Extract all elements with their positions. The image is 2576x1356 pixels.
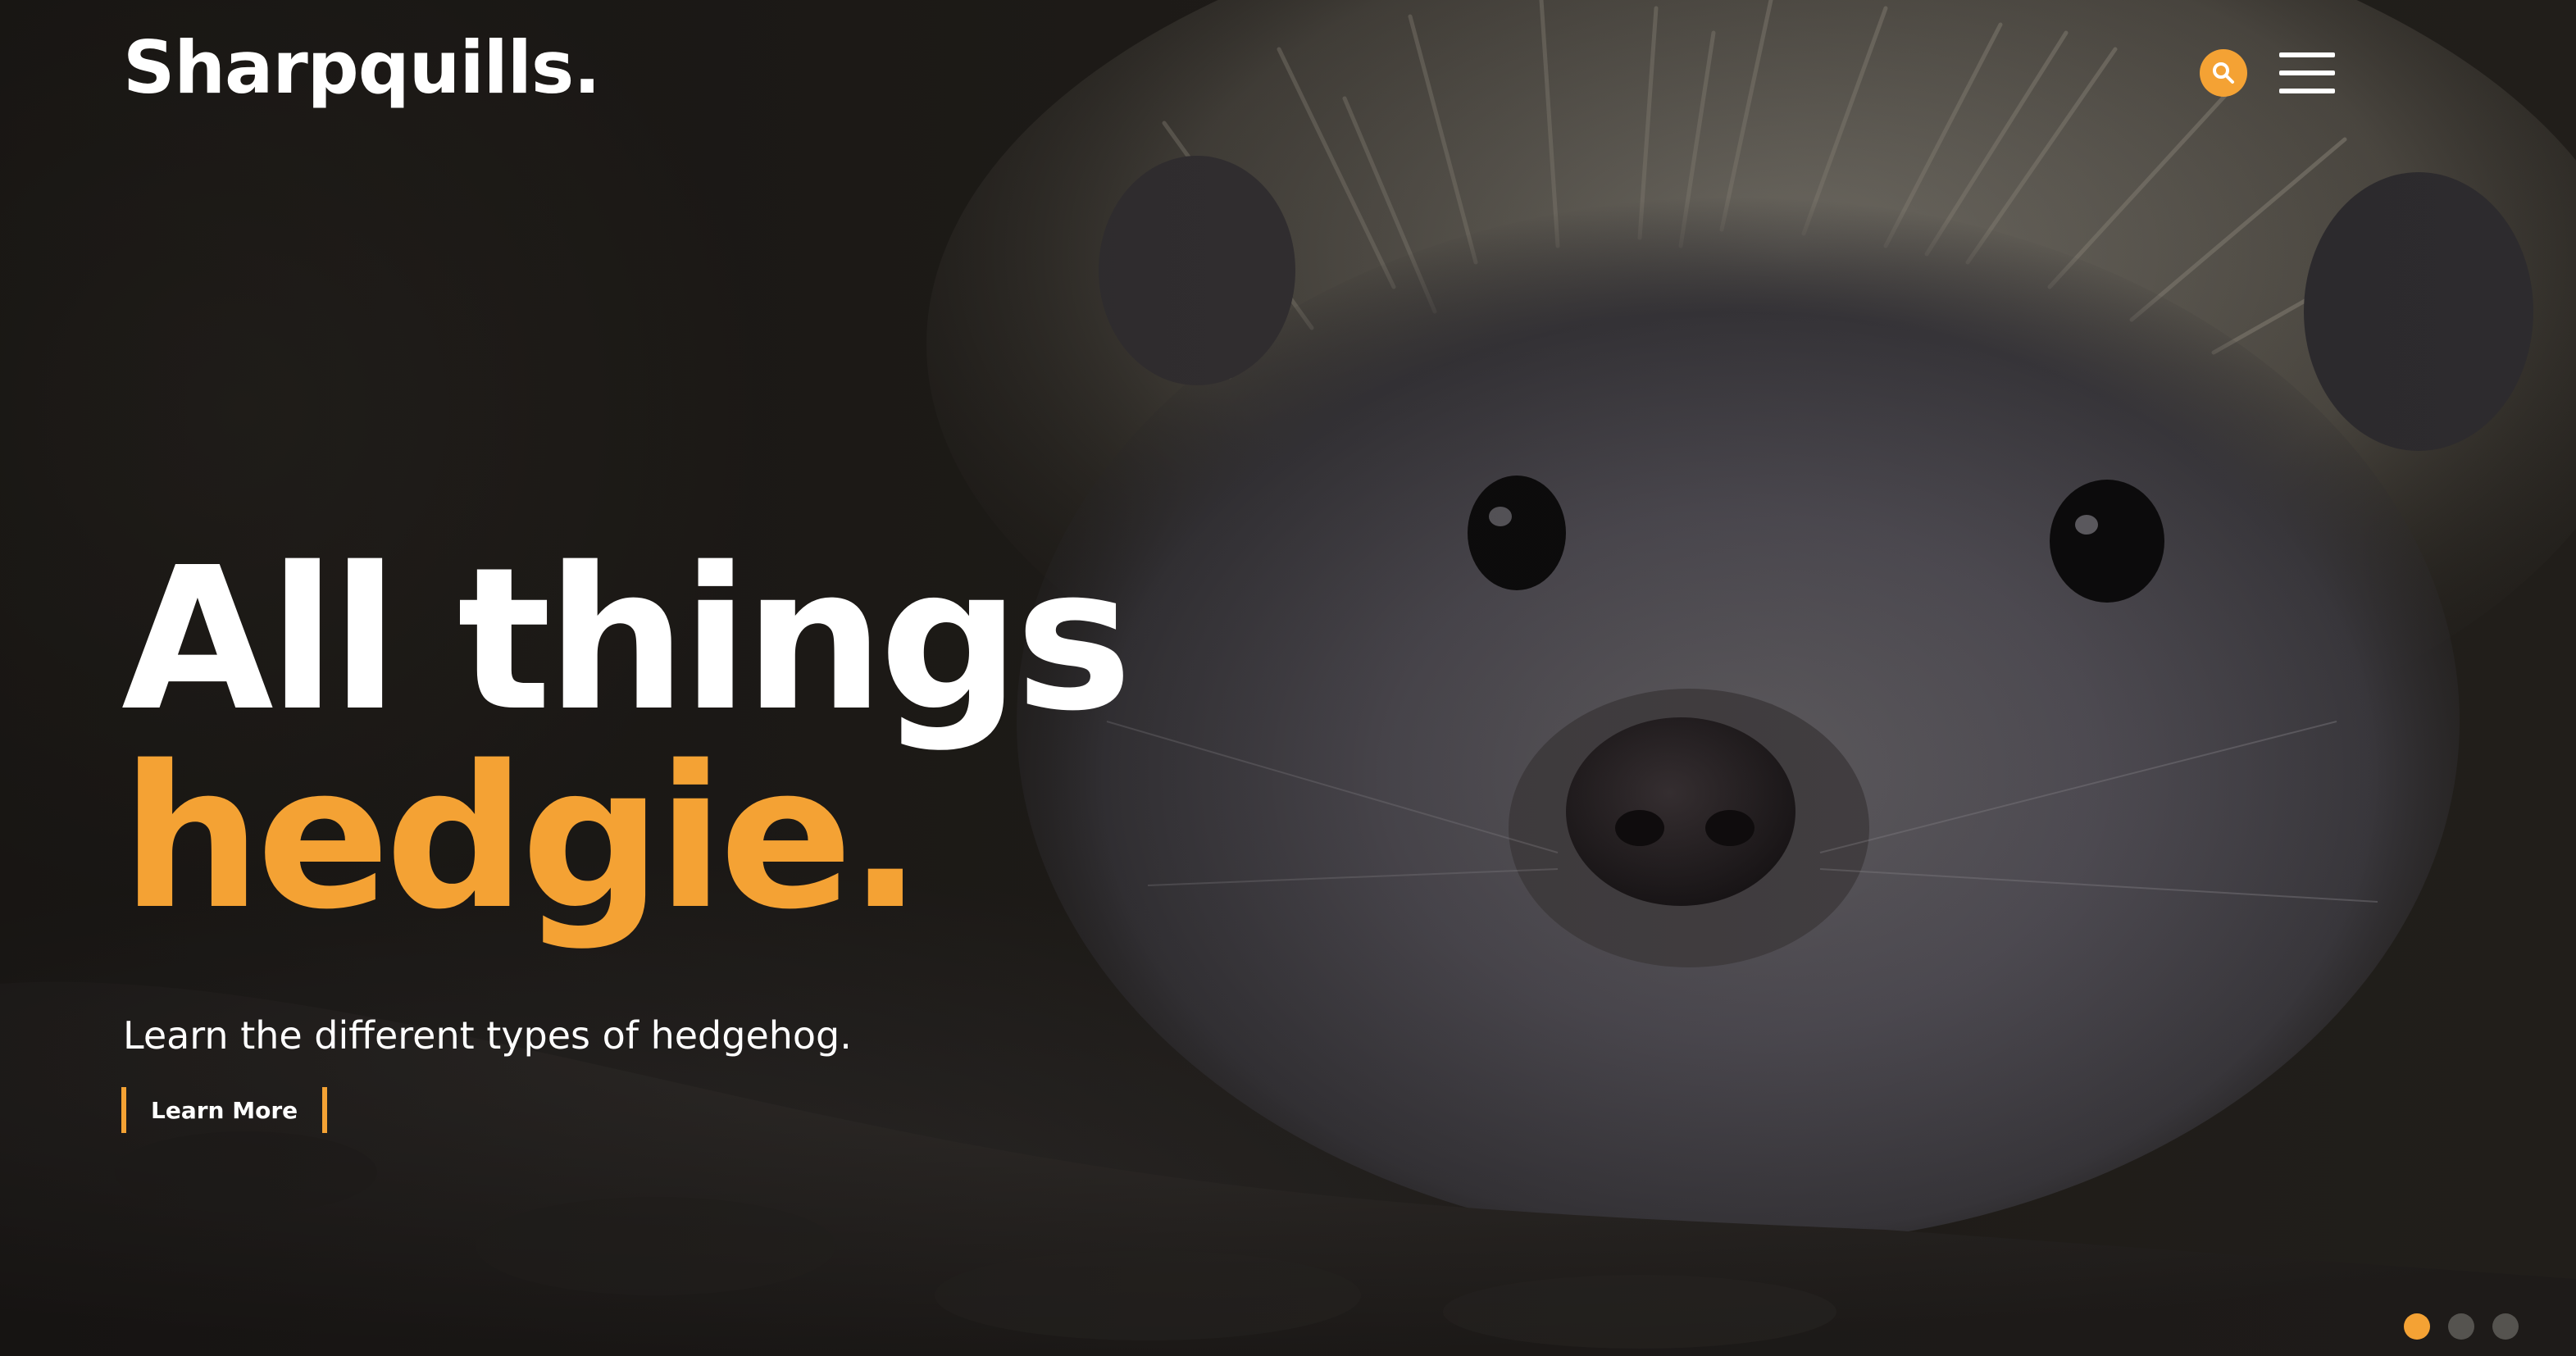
learn-more-label: Learn More [151,1096,298,1124]
hero-section: Sharpquills. All things hedgie. Learn th… [0,0,2576,1356]
hamburger-menu-icon-bar [2279,89,2335,93]
search-icon [2213,62,2234,84]
site-logo[interactable]: Sharpquills. [123,25,601,111]
hero-headline: All things hedgie. [121,525,1132,953]
hamburger-menu-icon [2279,52,2335,57]
hamburger-menu-button[interactable] [2279,52,2335,93]
carousel-dot-1[interactable] [2404,1313,2430,1340]
learn-more-button[interactable]: Learn More [121,1087,328,1133]
headline-line-1: All things [121,525,1132,754]
headline-line-2: hedgie. [121,723,922,953]
carousel-pagination [2404,1313,2519,1340]
search-button[interactable] [2200,49,2247,97]
carousel-dot-2[interactable] [2448,1313,2474,1340]
carousel-dot-3[interactable] [2492,1313,2519,1340]
hamburger-menu-icon-bar [2279,71,2335,75]
hero-subtitle: Learn the different types of hedgehog. [123,1013,852,1058]
